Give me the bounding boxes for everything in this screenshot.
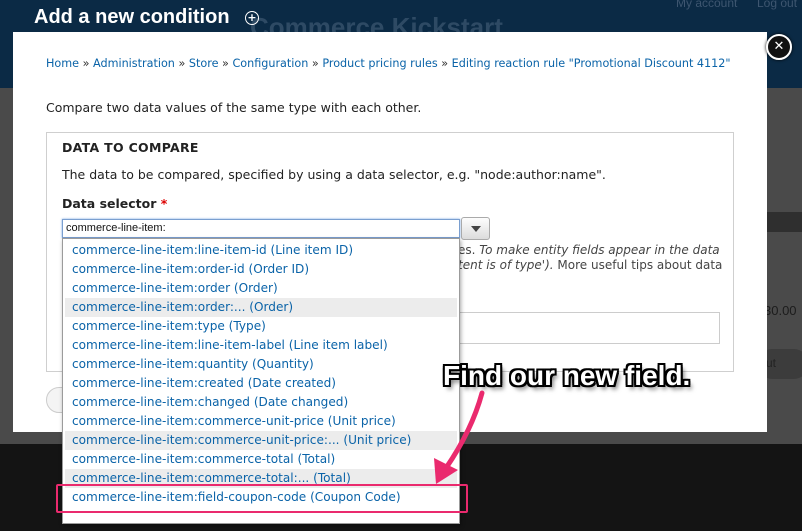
breadcrumb-store[interactable]: Store — [189, 57, 219, 70]
autocomplete-item[interactable]: commerce-line-item:commerce-total (Total… — [65, 450, 457, 469]
highlight-box — [56, 484, 468, 513]
autocomplete-item[interactable]: commerce-line-item:changed (Date changed… — [65, 393, 457, 412]
breadcrumb-configuration[interactable]: Configuration — [232, 57, 308, 70]
autocomplete-item[interactable]: commerce-line-item:order-id (Order ID) — [65, 260, 457, 279]
callout-text: Find our new field. — [443, 360, 691, 391]
help-line1-b: To make entity fields appear in the data — [479, 243, 720, 257]
breadcrumb-administration[interactable]: Administration — [93, 57, 175, 70]
help-line2-a: tent is of type'). — [458, 258, 554, 272]
data-selector-input[interactable]: commerce-line-item: — [62, 219, 460, 238]
my-account-link[interactable]: My account — [676, 0, 737, 10]
autocomplete-item[interactable]: commerce-line-item:line-item-id (Line it… — [65, 241, 457, 260]
dimmed-table-header — [766, 212, 802, 232]
data-selector-label-text: Data selector — [62, 196, 157, 211]
plus-circle-icon: + — [245, 11, 259, 25]
autocomplete-item[interactable]: commerce-line-item:type (Type) — [65, 317, 457, 336]
breadcrumb: Home » Administration » Store » Configur… — [46, 57, 731, 70]
autocomplete-item[interactable]: commerce-line-item:line-item-label (Line… — [65, 336, 457, 355]
fieldset-legend: DATA TO COMPARE — [62, 140, 199, 155]
dimmed-price: 30.00 — [764, 303, 797, 318]
required-marker: * — [160, 196, 168, 211]
breadcrumb-separator: » — [222, 57, 229, 70]
breadcrumb-editing-reaction-rule[interactable]: Editing reaction rule "Promotional Disco… — [452, 57, 731, 70]
fieldset-description: The data to be compared, specified by us… — [62, 167, 606, 182]
breadcrumb-separator: » — [441, 57, 449, 70]
data-selector-label: Data selector * — [62, 196, 167, 211]
breadcrumb-separator: » — [82, 57, 90, 70]
autocomplete-item[interactable]: commerce-line-item:created (Date created… — [65, 374, 457, 393]
help-text: es. To make entity fields appear in the … — [458, 243, 738, 273]
autocomplete-item[interactable]: commerce-line-item:quantity (Quantity) — [65, 355, 457, 374]
breadcrumb-home[interactable]: Home — [46, 57, 79, 70]
autocomplete-item[interactable]: commerce-line-item:commerce-unit-price:.… — [65, 431, 457, 450]
breadcrumb-product-pricing-rules[interactable]: Product pricing rules — [322, 57, 437, 70]
chevron-down-icon[interactable] — [461, 217, 490, 240]
close-icon[interactable]: ✕ — [766, 34, 792, 60]
modal-title: Add a new condition — [34, 6, 230, 28]
log-out-link[interactable]: Log out — [757, 0, 797, 10]
breadcrumb-separator: » — [311, 57, 319, 70]
autocomplete-item[interactable]: commerce-line-item:order:... (Order) — [65, 298, 457, 317]
value-input[interactable] — [458, 312, 720, 344]
autocomplete-list: commerce-line-item:line-item-id (Line it… — [62, 238, 460, 524]
breadcrumb-separator: » — [178, 57, 186, 70]
intro-text: Compare two data values of the same type… — [46, 100, 422, 115]
autocomplete-item[interactable]: commerce-line-item:commerce-unit-price (… — [65, 412, 457, 431]
help-line1-a: es. — [458, 243, 480, 257]
autocomplete-item[interactable]: commerce-line-item:order (Order) — [65, 279, 457, 298]
help-line2-b: More useful tips about data — [553, 258, 723, 272]
